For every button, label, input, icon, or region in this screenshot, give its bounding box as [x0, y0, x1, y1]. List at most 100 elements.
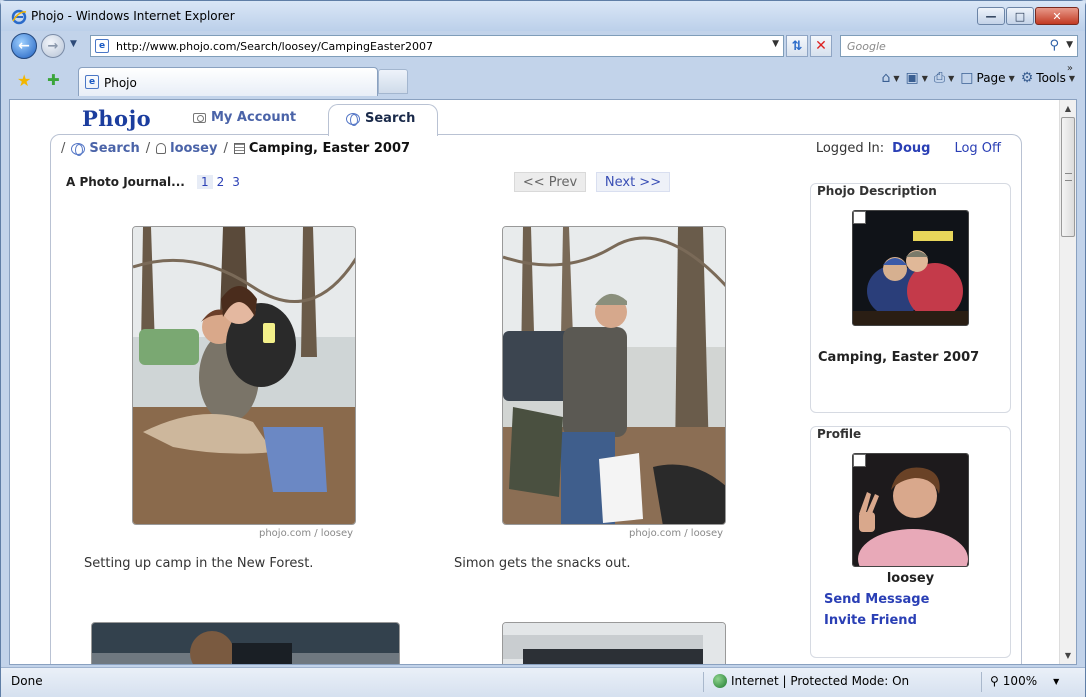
album-cover-thumbnail[interactable] — [852, 210, 969, 326]
window-controls: — □ ✕ — [976, 7, 1079, 25]
photo-1-caption: Setting up camp in the New Forest. — [84, 556, 314, 571]
breadcrumb-separator: / — [145, 141, 151, 156]
feeds-button[interactable]: ▣ ▼ — [906, 70, 928, 86]
favorites-star-icon[interactable]: ★ — [17, 71, 31, 90]
search-placeholder: Google — [847, 40, 886, 53]
rss-icon: ▣ — [905, 70, 919, 86]
photo-2-image — [503, 227, 725, 524]
page-link-2[interactable]: 2 — [213, 175, 229, 189]
page-link-3[interactable]: 3 — [228, 175, 244, 189]
photo-2[interactable] — [502, 226, 726, 525]
zoom-level: 100% — [1002, 674, 1038, 688]
breadcrumb-album: Camping, Easter 2007 — [233, 141, 411, 156]
close-button[interactable]: ✕ — [1035, 7, 1079, 25]
refresh-icon: ⇅ — [791, 38, 803, 54]
photo-1[interactable] — [132, 226, 356, 525]
chevron-down-icon: ▼ — [893, 73, 900, 83]
command-bar: ⌂ ▼ ▣ ▼ ⎙ ▼ □ Page ▼ ⚙ Tools ▼ — [881, 70, 1075, 86]
back-arrow-icon: ← — [18, 38, 30, 54]
profile-username[interactable]: loosey — [811, 571, 1010, 586]
logged-in-label: Logged In: — [815, 141, 885, 156]
album-cover-image — [853, 211, 968, 325]
breadcrumb-album-label: Camping, Easter 2007 — [248, 141, 411, 156]
breadcrumb-search[interactable]: Search — [71, 141, 140, 156]
profile-photo[interactable] — [852, 453, 969, 567]
address-url[interactable]: http://www.phojo.com/Search/loosey/Campi… — [116, 40, 433, 53]
maximize-icon: □ — [1014, 9, 1026, 23]
tab-search-label: Search — [365, 111, 416, 126]
toolbar-overflow-icon[interactable]: » — [1067, 63, 1073, 74]
refresh-button[interactable]: ⇅ — [786, 35, 808, 57]
breadcrumb-user-label: loosey — [170, 141, 218, 156]
phojo-description-title: Phojo Description — [817, 184, 937, 198]
printer-icon: ⎙ — [933, 70, 946, 86]
photo-4-image — [503, 623, 725, 664]
forward-button[interactable]: → — [41, 34, 65, 58]
page-link-1[interactable]: 1 — [197, 175, 213, 189]
zoom-icon: ⚲ — [990, 674, 999, 688]
profile-box: Profile loosey Send Message Invite Frien… — [810, 426, 1011, 658]
window-title: Phojo - Windows Internet Explorer — [31, 9, 235, 23]
scroll-grip-icon — [1065, 173, 1072, 181]
breadcrumb: / Search / loosey / Camping, Easter 2007 — [61, 141, 410, 156]
tab-my-account[interactable]: My Account — [193, 110, 296, 125]
status-divider — [703, 672, 704, 692]
photo-3-image — [92, 623, 399, 664]
home-button[interactable]: ⌂ ▼ — [881, 70, 899, 86]
page-icon: e — [95, 39, 109, 53]
photo-1-image — [133, 227, 355, 524]
vertical-scrollbar[interactable]: ▲ ▼ — [1059, 100, 1076, 664]
minimize-button[interactable]: — — [977, 7, 1005, 25]
journal-title: A Photo Journal... — [66, 175, 185, 189]
address-dropdown-icon[interactable]: ▼ — [772, 39, 779, 49]
status-divider — [981, 672, 982, 692]
gear-icon: ⚙ — [1020, 70, 1034, 86]
scroll-thumb[interactable] — [1061, 117, 1075, 237]
search-input[interactable]: Google ⚲ ▼ — [840, 35, 1078, 57]
logged-in-user-link[interactable]: Doug — [892, 141, 930, 156]
breadcrumb-user[interactable]: loosey — [156, 141, 217, 156]
content-panel: / Search / loosey / Camping, Easter 2007… — [50, 134, 1022, 664]
recent-pages-dropdown[interactable]: ▼ — [70, 39, 77, 49]
log-off-link[interactable]: Log Off — [954, 141, 1001, 156]
login-info: Logged In: Doug Log Off — [816, 141, 1001, 156]
tab-search[interactable]: Search — [328, 104, 438, 136]
add-favorites-icon[interactable]: ✚ — [47, 71, 60, 89]
back-button[interactable]: ← — [11, 33, 37, 59]
invite-friend-link[interactable]: Invite Friend — [824, 613, 917, 628]
maximize-button[interactable]: □ — [1006, 7, 1034, 25]
tools-menu-label: Tools — [1036, 71, 1066, 85]
profile-title: Profile — [817, 427, 862, 441]
pagination: 1 2 3 — [197, 175, 244, 189]
navigation-bar: ← → ▼ e http://www.phojo.com/Search/loos… — [1, 31, 1085, 61]
breadcrumb-separator: / — [223, 141, 228, 156]
next-button[interactable]: Next >> — [596, 172, 670, 192]
zoom-control[interactable]: ⚲ 100% ▼ — [990, 674, 1059, 688]
security-zone[interactable]: Internet | Protected Mode: On — [713, 674, 909, 688]
photo-4[interactable] — [502, 622, 726, 664]
send-message-link[interactable]: Send Message — [824, 592, 929, 607]
title-bar: Phojo - Windows Internet Explorer — □ ✕ — [1, 1, 1085, 31]
print-button[interactable]: ⎙ ▼ — [934, 70, 954, 86]
search-dropdown-icon[interactable]: ▼ — [1066, 40, 1073, 50]
address-bar[interactable]: e http://www.phojo.com/Search/loosey/Cam… — [90, 35, 784, 57]
chevron-down-icon: ▼ — [948, 73, 955, 83]
scroll-up-icon[interactable]: ▲ — [1060, 100, 1076, 117]
search-icon[interactable]: ⚲ — [1049, 38, 1059, 53]
security-zone-label: Internet | Protected Mode: On — [731, 674, 910, 688]
stop-button[interactable]: ✕ — [810, 35, 832, 57]
site-logo[interactable]: Phojo — [82, 106, 151, 131]
home-icon: ⌂ — [881, 70, 891, 86]
photo-3[interactable] — [91, 622, 400, 664]
chevron-down-icon: ▼ — [921, 73, 928, 83]
scroll-down-icon[interactable]: ▼ — [1060, 647, 1076, 664]
page-menu[interactable]: □ Page ▼ — [960, 70, 1014, 86]
album-icon — [233, 143, 245, 154]
tab-phojo[interactable]: e Phojo — [78, 67, 378, 96]
album-badge-icon — [853, 211, 866, 224]
photo-1-credit: phojo.com / loosey — [259, 528, 354, 539]
new-tab-button[interactable] — [378, 69, 408, 94]
prev-button[interactable]: << Prev — [514, 172, 586, 192]
photo-2-caption: Simon gets the snacks out. — [454, 556, 631, 571]
close-icon: ✕ — [1052, 9, 1062, 23]
